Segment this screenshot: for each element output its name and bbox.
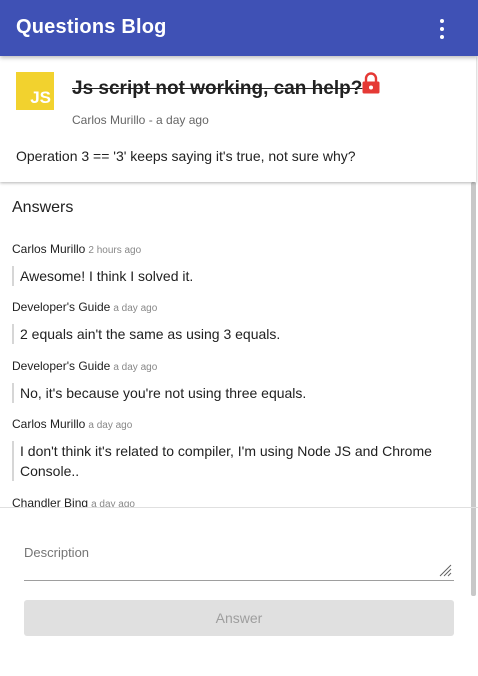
answer-text: No, it's because you're not using three …: [12, 383, 452, 403]
answer-item: Chandler Bing a day ago: [12, 494, 452, 508]
answer-time: a day ago: [88, 420, 133, 431]
question-meta: Carlos Murillo - a day ago: [72, 113, 209, 127]
answer-item: Carlos Murillo a day ago I don't think it…: [12, 415, 452, 481]
scrollbar[interactable]: [471, 182, 476, 596]
more-vert-icon[interactable]: [430, 19, 454, 39]
answer-item: Carlos Murillo 2 hours ago Awesome! I thi…: [12, 240, 452, 286]
js-logo: JS: [16, 72, 54, 110]
form-divider: [0, 507, 478, 508]
answer-author: Carlos Murillo: [12, 417, 86, 431]
answer-button[interactable]: Answer: [24, 600, 454, 636]
answer-item: Developer's Guide a day ago No, it's beca…: [12, 357, 452, 403]
answer-time: a day ago: [113, 362, 158, 373]
answer-time: 2 hours ago: [88, 245, 142, 256]
question-author: Carlos Murillo: [72, 113, 146, 127]
answer-author: Developer's Guide: [12, 300, 111, 314]
question-card: JS Js script not working, can help? Carl…: [0, 56, 476, 182]
answer-author: Carlos Murillo: [12, 242, 86, 256]
answers-heading: Answers: [12, 199, 74, 216]
answer-text: I don't think it's related to compiler, …: [12, 441, 452, 481]
lock-icon: [362, 72, 380, 94]
js-logo-text: JS: [30, 88, 51, 107]
description-field[interactable]: [24, 540, 454, 581]
answer-time: a day ago: [113, 303, 158, 314]
answer-text: 2 equals ain't the same as using 3 equal…: [12, 324, 452, 344]
question-title: Js script not working, can help?: [72, 78, 363, 99]
app-bar: Questions Blog: [0, 0, 478, 56]
resize-grip-icon[interactable]: [438, 563, 452, 577]
question-body: Operation 3 == '3' keeps saying it's tru…: [16, 148, 356, 164]
app-title: Questions Blog: [16, 16, 167, 38]
answers-list[interactable]: Answers Carlos Murillo 2 hours ago Awesom…: [0, 182, 470, 508]
answer-item: Developer's Guide a day ago 2 equals ain'…: [12, 298, 452, 344]
question-time: a day ago: [156, 113, 209, 127]
answer-author: Developer's Guide: [12, 359, 111, 373]
answer-text: Awesome! I think I solved it.: [12, 266, 452, 286]
